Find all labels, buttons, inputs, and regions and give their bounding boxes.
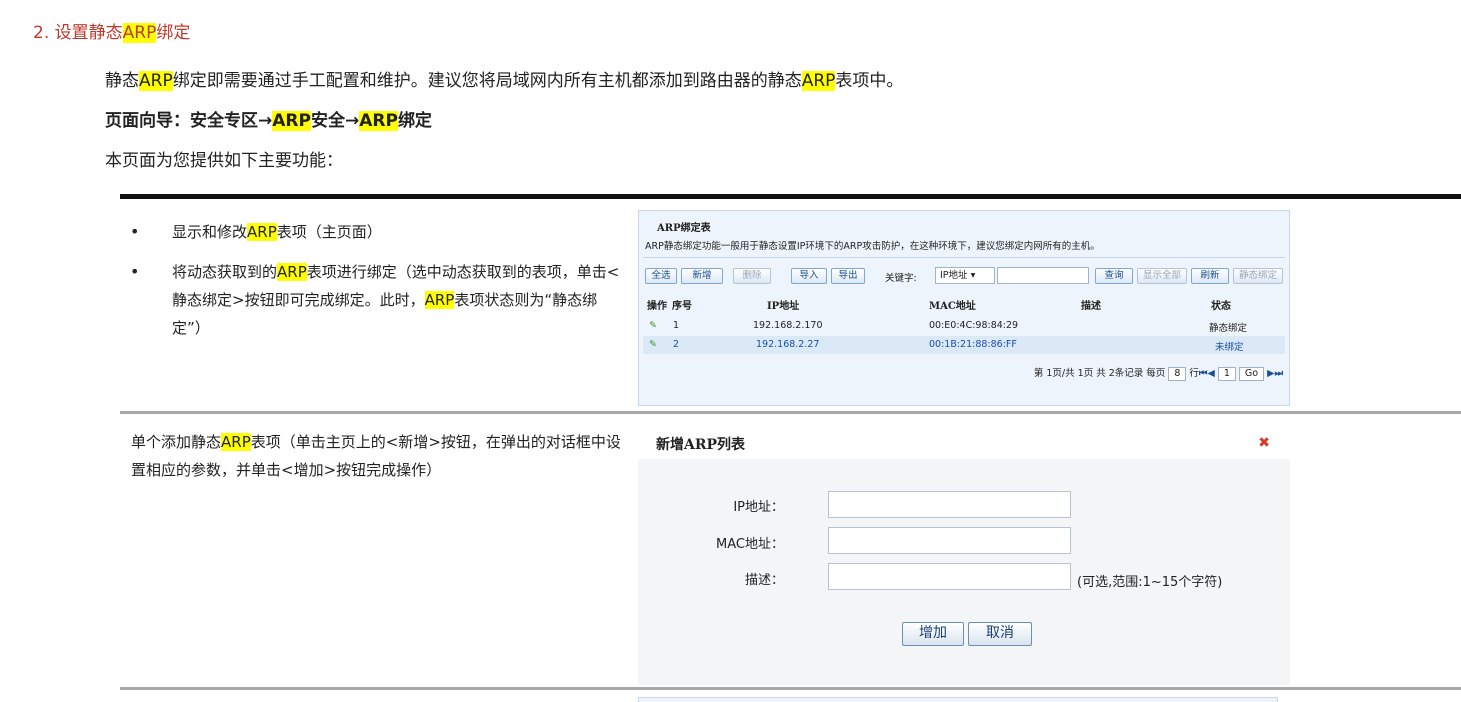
- row-status: 静态绑定: [1209, 323, 1248, 334]
- row-seq: 2: [673, 339, 680, 350]
- page-navigation-path: 页面向导：安全专区→ARP安全→ARP绑定: [105, 111, 432, 131]
- add-entry-description: 单个添加静态ARP表项（单击主页上的<新增>按钮，在弹出的对话框中设置相应的参数…: [131, 433, 621, 479]
- arp-binding-table-screenshot: ARP绑定表 ARP静态绑定功能一般用于静态设置IP环境下的ARP攻击防护，在这…: [638, 210, 1290, 406]
- pagination: 第 1页/共 1页 共 2条记录 每页 8 行⏮◀ 1 Go ▶⏭: [1033, 366, 1283, 381]
- desc-label: 描述：: [744, 573, 784, 588]
- table-top-rule: [120, 194, 1461, 199]
- query-button[interactable]: 查询: [1095, 268, 1133, 284]
- header-ip: IP地址: [767, 301, 800, 312]
- row-ip: 192.168.2.27: [756, 339, 820, 350]
- page-input[interactable]: 1: [1217, 366, 1236, 381]
- row-mac: 00:E0:4C:98:84:29: [929, 320, 1019, 331]
- header-status: 状态: [1211, 301, 1231, 312]
- next-screenshot-edge: [638, 697, 1278, 702]
- ip-input[interactable]: [828, 491, 1071, 518]
- row-seq: 1: [673, 320, 680, 331]
- dialog-header: 新增ARP列表 ✖: [638, 423, 1290, 459]
- feature-bullets: 显示和修改ARP表项（主页面） 将动态获取到的ARP表项进行绑定（选中动态获取到…: [130, 218, 620, 354]
- cancel-button[interactable]: 取消: [968, 622, 1032, 646]
- bullet-item: 显示和修改ARP表项（主页面）: [130, 218, 620, 246]
- mac-label: MAC地址：: [716, 537, 784, 552]
- header-mac: MAC地址: [929, 301, 976, 312]
- row-divider: [120, 411, 1461, 414]
- desc-hint: (可选,范围:1~15个字符): [1077, 575, 1223, 590]
- ip-label: IP地址：: [733, 500, 784, 515]
- import-button[interactable]: 导入: [791, 268, 827, 284]
- last-page-icon[interactable]: ⏭: [1274, 368, 1283, 379]
- desc-input[interactable]: [828, 563, 1071, 590]
- divider: [643, 257, 1285, 258]
- section-title: 2. 设置静态ARP绑定: [33, 23, 191, 43]
- intro-paragraph: 静态ARP绑定即需要通过手工配置和维护。建议您将局域网内所有主机都添加到路由器的…: [105, 71, 904, 91]
- show-all-button[interactable]: 显示全部: [1137, 268, 1187, 284]
- edit-icon[interactable]: ✎: [649, 339, 657, 350]
- chevron-down-icon: ▾: [970, 270, 976, 281]
- per-page-input[interactable]: 8: [1168, 366, 1187, 381]
- header-op: 操作: [647, 301, 667, 312]
- bullet-item: 将动态获取到的ARP表项进行绑定（选中动态获取到的表项，单击<静态绑定>按钮即可…: [130, 258, 620, 342]
- go-button[interactable]: Go: [1238, 366, 1265, 381]
- arp-table-description: ARP静态绑定功能一般用于静态设置IP环境下的ARP攻击防护，在这种环境下，建议…: [645, 241, 1100, 252]
- header-desc: 描述: [1081, 301, 1101, 312]
- static-bind-button[interactable]: 静态绑定: [1233, 268, 1283, 284]
- row-ip: 192.168.2.170: [753, 320, 823, 331]
- refresh-button[interactable]: 刷新: [1191, 268, 1229, 284]
- row-status: 未绑定: [1215, 342, 1244, 353]
- table-row[interactable]: ✎ 1 192.168.2.170 00:E0:4C:98:84:29 静态绑定: [643, 317, 1285, 335]
- prev-page-icon[interactable]: ◀: [1207, 368, 1214, 379]
- features-intro: 本页面为您提供如下主要功能：: [105, 151, 343, 171]
- add-confirm-button[interactable]: 增加: [902, 622, 964, 646]
- table-row[interactable]: ✎ 2 192.168.2.27 00:1B:21:88:86:FF 未绑定: [643, 336, 1285, 354]
- row-mac: 00:1B:21:88:86:FF: [929, 339, 1017, 350]
- mac-input[interactable]: [828, 527, 1071, 554]
- row-divider: [120, 687, 1461, 690]
- add-button[interactable]: 新增: [681, 268, 723, 284]
- keyword-label: 关键字:: [885, 273, 917, 284]
- delete-button[interactable]: 删除: [733, 268, 771, 284]
- dialog-title: 新增ARP列表: [656, 437, 746, 453]
- header-seq: 序号: [672, 301, 692, 312]
- keyword-select[interactable]: IP地址 ▾: [935, 267, 995, 284]
- add-arp-dialog-screenshot: 新增ARP列表 ✖ IP地址： MAC地址： 描述： (可选,范围:1~15个字…: [638, 423, 1290, 685]
- close-icon[interactable]: ✖: [1258, 435, 1270, 451]
- keyword-input[interactable]: [997, 267, 1089, 284]
- arp-table-title: ARP绑定表: [657, 223, 711, 234]
- select-all-button[interactable]: 全选: [645, 268, 677, 284]
- export-button[interactable]: 导出: [831, 268, 865, 284]
- edit-icon[interactable]: ✎: [649, 320, 657, 331]
